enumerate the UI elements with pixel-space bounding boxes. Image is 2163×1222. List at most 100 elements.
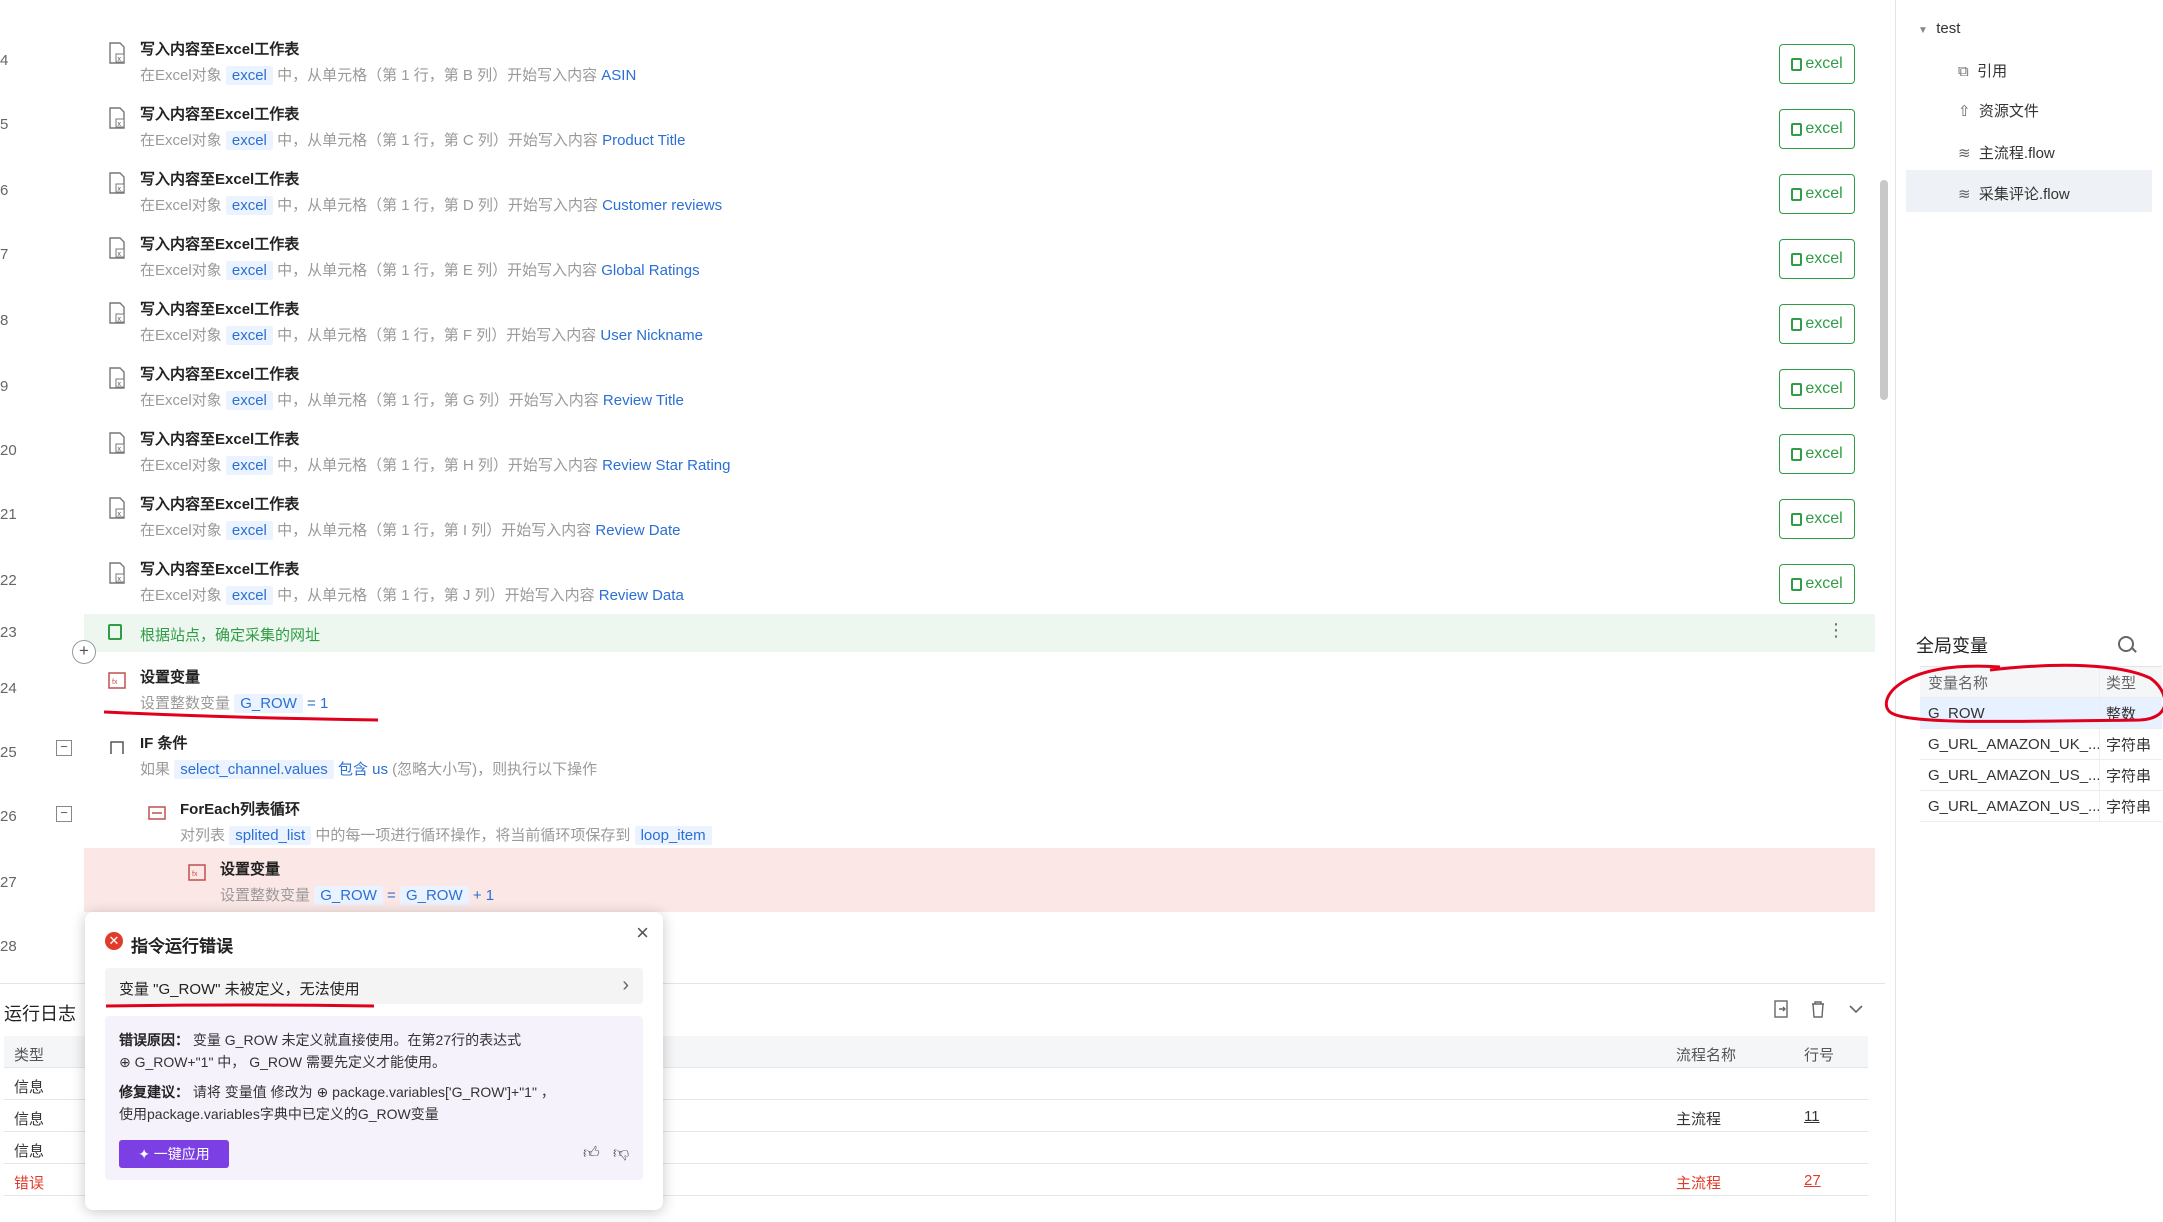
step-title: 写入内容至Excel工作表 [140, 496, 300, 513]
excel-object-button[interactable]: excel [1779, 369, 1855, 409]
thumbs-up-icon[interactable]: 👍︎ [583, 1144, 601, 1162]
line-number: 24 [0, 680, 17, 697]
tree-item-collect-flow[interactable]: ≋ 采集评论.flow [1958, 183, 2070, 204]
if-condition-step[interactable]: IF 条件 如果 select_channel.values 包含 us (忽略… [84, 722, 1875, 786]
error-message-bar[interactable]: 变量 "G_ROW" 未被定义，无法使用 › [105, 968, 643, 1004]
panel-divider[interactable] [1895, 0, 1896, 1222]
header-line: 行号 [1804, 1047, 1835, 1064]
excel-object-button[interactable]: excel [1779, 239, 1855, 279]
export-icon[interactable] [1774, 1000, 1790, 1018]
one-click-apply-button[interactable]: ✦ 一键应用 [119, 1140, 229, 1168]
write-excel-step[interactable]: x 写入内容至Excel工作表 在Excel对象 excel 中，从单元格（第 1 … [84, 158, 1875, 222]
line-number: 25 [0, 744, 17, 761]
set-variable-icon: fx [188, 864, 206, 881]
variable-type: 整数 [2106, 705, 2137, 723]
tree-root[interactable]: ▼ test [1918, 20, 1960, 37]
flow-editor: 4 5 6 7 8 9 20 21 22 23 24 25 26 27 28 x 写入内容至Excel工作表在… [0, 0, 1895, 980]
step-title: 写入内容至Excel工作表 [140, 41, 300, 58]
variable-type: 字符串 [2106, 798, 2152, 816]
tree-item-main-flow[interactable]: ≋ 主流程.flow [1958, 142, 2055, 163]
table-row[interactable]: G_ROW 整数 [1920, 698, 2162, 729]
variable-chip[interactable]: excel [225, 131, 273, 150]
variable-chip[interactable]: excel [225, 391, 273, 410]
variable-chip[interactable]: excel [225, 196, 273, 215]
step-description: 在Excel对象 excel 中，从单元格（第 1 行，第 J 列）开始写入内容… [140, 586, 684, 605]
collapse-toggle[interactable]: − [56, 806, 72, 822]
line-number: 26 [0, 808, 17, 825]
chevron-down-icon[interactable] [1848, 1000, 1864, 1018]
excel-icon [1791, 447, 1803, 461]
line-number: 5 [0, 116, 9, 133]
variable-chip[interactable]: loop_item [634, 826, 712, 845]
svg-text:x: x [118, 186, 122, 193]
chevron-right-icon[interactable]: › [622, 974, 629, 997]
table-header: 变量名称 类型 [1920, 667, 2162, 698]
flow-layers-icon: ≋ [1958, 186, 1971, 203]
editor-scrollbar[interactable] [1880, 180, 1888, 400]
foreach-step[interactable]: ForEach列表循环 对列表 splited_list 中的每一项进行循环操作… [124, 788, 1875, 852]
more-options-icon[interactable]: ⋮ [1827, 620, 1845, 641]
table-row[interactable]: G_URL_AMAZON_US_... 字符串 [1920, 760, 2162, 791]
variable-chip[interactable]: excel [225, 586, 273, 605]
write-excel-step[interactable]: x 写入内容至Excel工作表 在Excel对象 excel 中，从单元格（第 1 … [84, 93, 1875, 157]
variable-chip[interactable]: splited_list [229, 826, 312, 845]
write-excel-step[interactable]: x 写入内容至Excel工作表 在Excel对象 excel 中，从单元格（第 1 … [84, 288, 1875, 352]
excel-object-button[interactable]: excel [1779, 174, 1855, 214]
variable-chip[interactable]: excel [225, 456, 273, 475]
set-variable-error-step[interactable]: fx 设置变量 设置整数变量 G_ROW = G_ROW + 1 [164, 848, 1875, 912]
tree-item-resources[interactable]: ⇧ 资源文件 [1958, 100, 2039, 121]
line-number: 7 [0, 246, 9, 263]
variable-chip[interactable]: excel [225, 521, 273, 540]
excel-object-button[interactable]: excel [1779, 499, 1855, 539]
write-excel-step[interactable]: x 写入内容至Excel工作表 在Excel对象 excel 中，从单元格（第 1 … [84, 223, 1875, 287]
delete-icon[interactable] [1810, 1000, 1826, 1018]
error-message: 变量 "G_ROW" 未被定义，无法使用 [119, 981, 360, 998]
tree-item-label: 引用 [1977, 63, 2008, 80]
collapse-toggle[interactable]: − [56, 740, 72, 756]
write-excel-step[interactable]: x 写入内容至Excel工作表在Excel对象 excel 中，从单元格（第 1 … [84, 483, 1875, 547]
variable-chip[interactable]: excel [225, 261, 273, 280]
svg-text:x: x [118, 446, 122, 453]
excel-icon [1791, 122, 1803, 136]
excel-file-icon: x [109, 367, 125, 389]
variable-chip[interactable]: excel [225, 326, 273, 345]
global-variables-table: 变量名称 类型 G_ROW 整数 G_URL_AMAZON_UK_... 字符串 G_U… [1920, 666, 2162, 822]
tree-item-reference[interactable]: ⧉ 引用 [1958, 60, 2007, 81]
header-name: 变量名称 [1920, 667, 2100, 697]
table-row[interactable]: G_URL_AMAZON_UK_... 字符串 [1920, 729, 2162, 760]
variable-chip[interactable]: G_ROW [314, 886, 383, 905]
excel-object-button[interactable]: excel [1779, 304, 1855, 344]
excel-object-button[interactable]: excel [1779, 109, 1855, 149]
error-icon: ✕ [105, 932, 123, 950]
excel-object-button[interactable]: excel [1779, 434, 1855, 474]
set-variable-step[interactable]: fx 设置变量 设置整数变量 G_ROW = 1 [84, 656, 1875, 720]
close-icon[interactable]: × [636, 920, 649, 946]
variable-name: G_ROW [1920, 698, 2100, 728]
comment-text: 根据站点，确定采集的网址 [140, 627, 321, 644]
excel-object-button[interactable]: excel [1779, 564, 1855, 604]
variable-name: G_URL_AMAZON_US_... [1920, 791, 2100, 821]
variable-chip[interactable]: select_channel.values [174, 760, 334, 779]
thumbs-down-icon[interactable]: 👎︎ [613, 1144, 631, 1162]
variable-type: 字符串 [2106, 736, 2152, 754]
write-excel-step[interactable]: x 写入内容至Excel工作表 在Excel对象 excel 中，从单元格（第 1 … [84, 28, 1875, 92]
variable-chip[interactable]: G_ROW [399, 886, 469, 905]
excel-file-icon: x [109, 237, 125, 259]
variable-chip[interactable]: excel [225, 66, 273, 85]
variable-chip[interactable]: G_ROW [234, 694, 303, 713]
excel-object-button[interactable]: excel [1779, 44, 1855, 84]
write-excel-step[interactable]: x 写入内容至Excel工作表 在Excel对象 excel 中，从单元格（第 1 … [84, 548, 1875, 612]
log-line-link[interactable]: 11 [1804, 1108, 1820, 1125]
table-row[interactable]: G_URL_AMAZON_US_... 字符串 [1920, 791, 2162, 822]
expand-caret-icon[interactable]: ▼ [1918, 25, 1928, 36]
write-excel-step[interactable]: x 写入内容至Excel工作表 在Excel对象 excel 中，从单元格（第 1 … [84, 418, 1875, 482]
write-excel-step[interactable]: x 写入内容至Excel工作表 在Excel对象 excel 中，从单元格（第 1 … [84, 353, 1875, 417]
search-icon[interactable] [2118, 636, 2134, 652]
comment-step[interactable]: 根据站点，确定采集的网址 ⋮ [84, 614, 1875, 652]
step-description: 在Excel对象 excel 中，从单元格（第 1 行，第 I 列）开始写入内容… [140, 521, 681, 540]
excel-icon [1791, 512, 1803, 526]
log-line-link[interactable]: 27 [1804, 1172, 1821, 1189]
step-title: 写入内容至Excel工作表 [140, 236, 300, 253]
step-title: IF 条件 [140, 735, 188, 752]
excel-file-icon: x [109, 497, 125, 519]
